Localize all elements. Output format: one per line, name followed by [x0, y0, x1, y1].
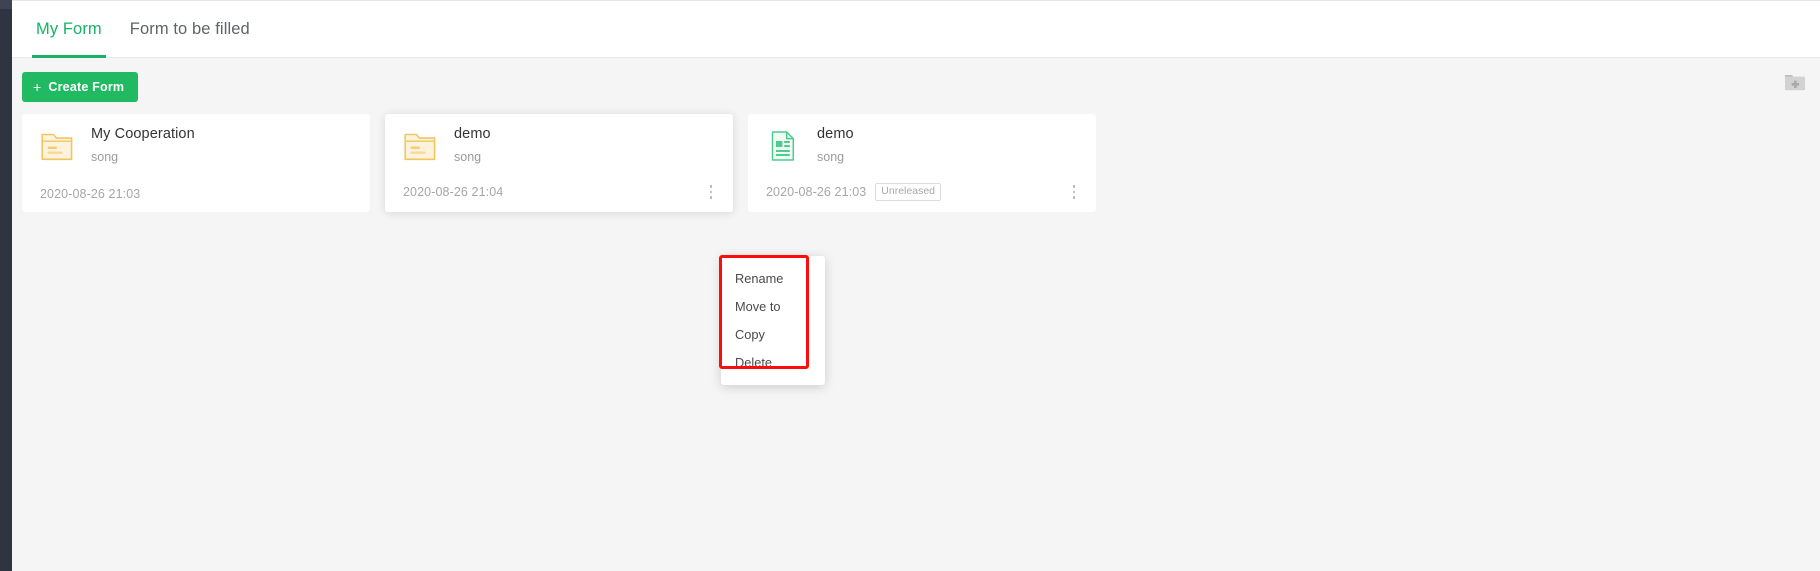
card-text-block: My Cooperation song [91, 126, 195, 165]
card-overflow-menu-icon[interactable] [703, 183, 719, 201]
new-folder-button[interactable] [1782, 72, 1808, 94]
context-menu-item-copy[interactable]: Copy [721, 320, 825, 348]
document-icon [771, 131, 795, 161]
folder-icon [41, 133, 73, 161]
card-footer: 2020-08-26 21:04 [403, 183, 719, 201]
plus-icon: + [33, 79, 42, 95]
create-form-button[interactable]: + Create Form [22, 72, 139, 102]
card-icon [766, 127, 800, 165]
content-area: + Create Form My Cooperation song 2020-0… [12, 58, 1820, 571]
tab-my-form[interactable]: My Form [22, 1, 116, 58]
card-header: My Cooperation song [22, 114, 370, 178]
app-root: n s | My Form Form to be filled + Create… [0, 0, 1820, 571]
new-folder-icon [1785, 75, 1805, 91]
context-menu-item-rename[interactable]: Rename [721, 264, 825, 292]
card-list: My Cooperation song 2020-08-26 21:03 dem… [22, 114, 1096, 212]
status-badge: Unreleased [875, 183, 941, 201]
card-icon [40, 127, 74, 165]
dot [1072, 196, 1076, 199]
folder-icon [404, 133, 436, 161]
card-date: 2020-08-26 21:03 [766, 185, 867, 199]
context-menu-item-label: Copy [735, 326, 765, 342]
form-card[interactable]: demo song 2020-08-26 21:04 [385, 114, 733, 212]
card-header: demo song [385, 114, 733, 178]
form-card[interactable]: My Cooperation song 2020-08-26 21:03 [22, 114, 370, 212]
tab-list: My Form Form to be filled [22, 1, 264, 58]
context-menu-item-label: Move to [735, 298, 781, 314]
form-card[interactable]: demo song 2020-08-26 21:03 Unreleased [748, 114, 1096, 212]
card-icon [403, 127, 437, 165]
tab-form-to-be-filled-label: Form to be filled [129, 20, 250, 38]
card-title: My Cooperation [91, 126, 195, 143]
context-menu-item-label: Delete [735, 354, 772, 370]
dot [709, 185, 713, 188]
card-text-block: demo song [454, 126, 491, 165]
card-title: demo [454, 126, 491, 143]
context-menu-item-delete[interactable]: Delete [721, 348, 825, 376]
card-subtitle: song [454, 150, 482, 165]
context-menu-item-label: Rename [735, 270, 784, 286]
context-menu-item-move-to[interactable]: Move to [721, 292, 825, 320]
top-tab-bar: My Form Form to be filled [12, 0, 1820, 58]
dot [1072, 185, 1076, 188]
dot [709, 190, 713, 194]
card-date: 2020-08-26 21:03 [40, 187, 141, 201]
left-nav-rail[interactable]: n s | [0, 0, 12, 571]
create-form-label: Create Form [48, 80, 125, 94]
dot [709, 196, 713, 199]
card-footer: 2020-08-26 21:03 Unreleased [766, 183, 1082, 201]
card-subtitle: song [817, 150, 845, 165]
rail-top-segment [0, 0, 12, 9]
card-title: demo [817, 126, 854, 143]
context-menu: Rename Move to Copy Delete [721, 256, 825, 385]
card-footer: 2020-08-26 21:03 [40, 187, 356, 201]
card-header: demo song [748, 114, 1096, 178]
card-text-block: demo song [817, 126, 854, 165]
tab-my-form-label: My Form [36, 20, 102, 38]
dot [1072, 190, 1076, 194]
tab-form-to-be-filled[interactable]: Form to be filled [116, 1, 264, 58]
card-subtitle: song [91, 150, 119, 165]
card-date: 2020-08-26 21:04 [403, 185, 504, 199]
card-overflow-menu-icon[interactable] [1066, 183, 1082, 201]
